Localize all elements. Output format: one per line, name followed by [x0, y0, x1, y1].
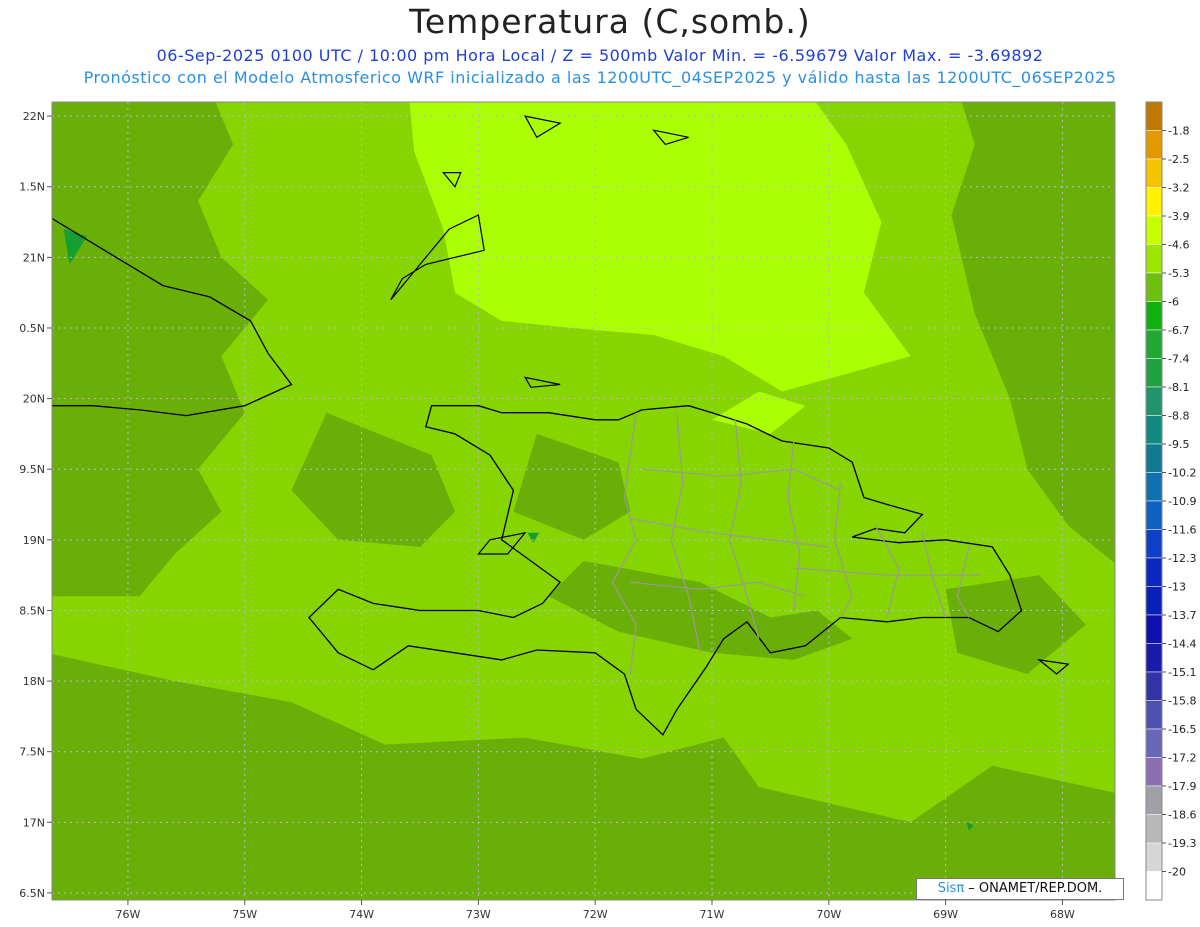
- legend-swatch: [1145, 386, 1163, 416]
- legend-label: -13: [1168, 581, 1186, 594]
- legend-swatch: [1145, 871, 1163, 901]
- x-tick-label: 74W: [349, 908, 374, 921]
- legend-label: -3.9: [1168, 210, 1189, 223]
- legend-label: -1.8: [1168, 125, 1189, 138]
- legend-label: -9.5: [1168, 438, 1189, 451]
- legend-label: -11.6: [1168, 524, 1196, 537]
- credit-box: Sisπ – ONAMET/REP.DOM.: [916, 878, 1124, 900]
- legend-swatch: [1145, 529, 1163, 559]
- legend-swatch: [1145, 785, 1163, 815]
- x-tick-label: 72W: [583, 908, 608, 921]
- legend-label: -10.9: [1168, 495, 1196, 508]
- legend-swatch: [1145, 614, 1163, 644]
- legend-swatch: [1145, 671, 1163, 701]
- legend-label: -8.1: [1168, 381, 1189, 394]
- legend-swatch: [1145, 472, 1163, 502]
- y-tick-label: 1.5N: [19, 181, 45, 194]
- y-tick-label: 21N: [23, 251, 45, 264]
- x-tick-label: 71W: [700, 908, 725, 921]
- legend-label: -17.2: [1168, 752, 1196, 765]
- x-tick-label: 73W: [466, 908, 491, 921]
- x-axis: 76W 75W 74W 73W 72W 71W 70W 69W 68W: [115, 900, 1075, 921]
- legend-label: -19.3: [1168, 837, 1196, 850]
- y-tick-label: 20N: [23, 393, 45, 406]
- legend-swatch: [1145, 272, 1163, 302]
- legend-swatch: [1145, 187, 1163, 217]
- legend-label: -7.4: [1168, 353, 1189, 366]
- legend-swatch: [1145, 586, 1163, 616]
- x-tick-label: 76W: [115, 908, 140, 921]
- x-tick-label: 75W: [232, 908, 257, 921]
- legend-label: -13.7: [1168, 609, 1196, 622]
- legend-swatch: [1145, 215, 1163, 245]
- y-tick-label: 17N: [23, 816, 45, 829]
- legend-swatch: [1145, 557, 1163, 587]
- legend-label: -6: [1168, 296, 1179, 309]
- y-tick-label: 18N: [23, 675, 45, 688]
- legend-label: -12.3: [1168, 552, 1196, 565]
- legend-label: -4.6: [1168, 239, 1189, 252]
- y-tick-label: 19N: [23, 534, 45, 547]
- legend-swatch: [1145, 842, 1163, 872]
- legend-swatch: [1145, 301, 1163, 331]
- sispi-logo: Sisπ: [937, 881, 965, 896]
- legend-swatch: [1145, 101, 1163, 131]
- legend-label: -20: [1168, 866, 1186, 879]
- legend-label: -15.8: [1168, 695, 1196, 708]
- legend-label: -8.8: [1168, 410, 1189, 423]
- y-axis: 22N 1.5N 21N 0.5N 20N 9.5N 19N 8.5N 18N 7.5N 17N 6.…: [19, 110, 52, 900]
- legend-label: -3.2: [1168, 182, 1189, 195]
- legend-label: -16.5: [1168, 723, 1196, 736]
- legend-swatch: [1145, 700, 1163, 730]
- legend-swatch: [1145, 158, 1163, 188]
- legend-swatch: [1145, 728, 1163, 758]
- legend-label: -10.2: [1168, 467, 1196, 480]
- legend-swatch: [1145, 329, 1163, 359]
- legend-label: -2.5: [1168, 153, 1189, 166]
- color-legend: -1.8 -2.5 -3.2 -3.9 -4.6 -5.3 -6 -6.7 -7.4 -8.1 -8…: [1145, 101, 1196, 901]
- temperature-map: 76W 75W 74W 73W 72W 71W 70W 69W 68W 22N 1.5N 21N 0.…: [19, 101, 1196, 921]
- legend-swatch: [1145, 643, 1163, 673]
- y-tick-label: 22N: [23, 110, 45, 123]
- legend-swatch: [1145, 757, 1163, 787]
- legend-swatch: [1145, 358, 1163, 388]
- legend-swatch: [1145, 814, 1163, 844]
- legend-label: -15.1: [1168, 666, 1196, 679]
- x-tick-label: 69W: [933, 908, 958, 921]
- x-tick-label: 68W: [1050, 908, 1075, 921]
- x-tick-label: 70W: [816, 908, 841, 921]
- legend-label: -6.7: [1168, 324, 1189, 337]
- y-tick-label: 8.5N: [19, 604, 45, 617]
- y-tick-label: 9.5N: [19, 463, 45, 476]
- y-tick-label: 0.5N: [19, 322, 45, 335]
- legend-label: -17.9: [1168, 780, 1196, 793]
- legend-swatch: [1145, 244, 1163, 274]
- legend-swatch: [1145, 130, 1163, 160]
- y-tick-label: 6.5N: [19, 887, 45, 900]
- legend-label: -5.3: [1168, 267, 1189, 280]
- legend-swatch: [1145, 500, 1163, 530]
- credit-text: – ONAMET/REP.DOM.: [964, 881, 1103, 896]
- legend-swatch: [1145, 443, 1163, 473]
- legend-label: -18.6: [1168, 809, 1196, 822]
- legend-label: -14.4: [1168, 638, 1196, 651]
- legend-swatch: [1145, 415, 1163, 445]
- y-tick-label: 7.5N: [19, 746, 45, 759]
